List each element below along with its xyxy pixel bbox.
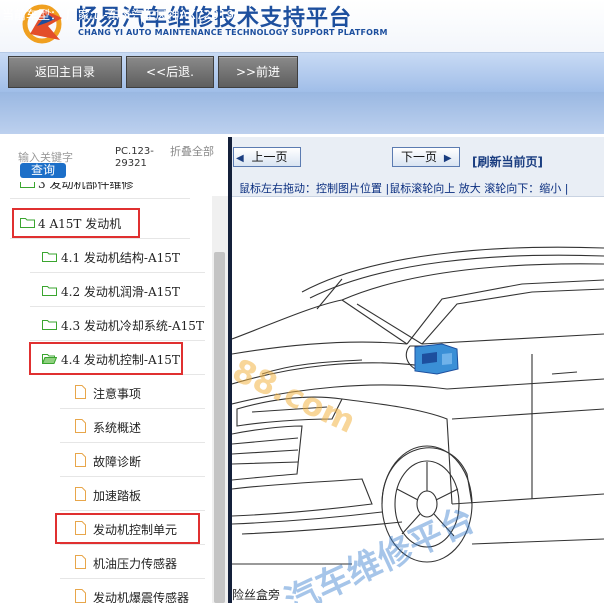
brand-subtitle: CHANG YI AUTO MAINTENANCE TECHNOLOGY SUP… — [78, 28, 388, 37]
forward-button[interactable]: >>前进 — [218, 56, 298, 88]
tree-item-label: 4.1 发动机结构-A15T — [61, 251, 180, 265]
tree-item-label: 3 发动机部件维修 — [38, 182, 134, 191]
tree-item[interactable]: 4.3 发动机冷却系统-A15T — [0, 307, 210, 341]
current-vehicle-label: 当前车型： 厂家:D-东风汽车风神AX72019 — [2, 8, 235, 22]
arrow-left-icon: ◀ — [236, 153, 244, 164]
document-icon — [75, 453, 86, 467]
tree-item-label: 4.2 发动机润滑-A15T — [61, 285, 180, 299]
tree-item-label: 4.3 发动机冷却系统-A15T — [61, 319, 204, 333]
ecu-module-icon — [414, 343, 459, 375]
tree-item-label: 注意事项 — [93, 387, 142, 401]
catalog-tree: 3 发动机部件维修 4 A15T 发动机 4.1 发动机结构-A15T 4.2 … — [0, 182, 210, 603]
document-icon — [75, 589, 86, 603]
document-icon — [75, 385, 86, 399]
tree-item-label: 故障诊断 — [93, 455, 142, 469]
collapse-all-link[interactable]: 折叠全部 — [170, 146, 214, 158]
highlight-box — [12, 208, 140, 238]
tree-item-label: 机油压力传感器 — [93, 557, 178, 571]
diagram-caption: 险丝盒旁 — [232, 588, 281, 602]
tree-item[interactable]: 系统概述 — [0, 409, 210, 443]
tree-item[interactable]: 发动机爆震传感器 — [0, 579, 210, 603]
tree-item[interactable]: 注意事项 — [0, 375, 210, 409]
document-icon — [75, 419, 86, 433]
document-icon — [75, 487, 86, 501]
tree-item[interactable]: 4.1 发动机结构-A15T — [0, 239, 210, 273]
folder-icon — [42, 286, 57, 296]
search-button[interactable]: 查询 — [20, 163, 66, 178]
folder-icon — [42, 252, 57, 262]
back-button[interactable]: <<后退. — [126, 56, 214, 88]
vehicle-info-bar — [0, 92, 604, 134]
highlight-box — [55, 513, 200, 544]
watermark-text: 88.com — [232, 351, 362, 441]
tree-item[interactable]: 4.2 发动机润滑-A15T — [0, 273, 210, 307]
pc-code-label: PC.123-29321 — [115, 146, 154, 169]
tree-item[interactable]: 机油压力传感器 — [0, 545, 210, 579]
highlight-box — [29, 342, 183, 375]
folder-icon — [42, 320, 57, 330]
folder-icon — [20, 182, 35, 188]
tree-scrollbar-thumb[interactable] — [214, 252, 225, 603]
tree-item[interactable]: 3 发动机部件维修 — [0, 182, 210, 199]
next-page-label: 下一页 — [401, 150, 438, 164]
refresh-page-link[interactable]: [刷新当前页] — [472, 153, 543, 170]
tree-item[interactable]: 加速踏板 — [0, 477, 210, 511]
car-illustration: 88.com 汽车维修平台 — [232, 246, 604, 603]
arrow-right-icon: ▶ — [443, 153, 452, 164]
tree-item-label: 系统概述 — [93, 421, 142, 435]
watermark-text: 汽车维修平台 — [279, 500, 481, 603]
tree-item-label: 加速踏板 — [93, 489, 142, 503]
next-page-button[interactable]: 下一页 ▶ — [392, 147, 460, 167]
prev-page-button[interactable]: ◀ 上一页 — [233, 147, 301, 167]
prev-page-label: 上一页 — [251, 150, 288, 164]
document-icon — [75, 555, 86, 569]
viewer-tip-text: 鼠标左右拖动：控制图片位置 |鼠标滚轮向上 放大 滚轮向下：缩小 | — [239, 182, 569, 195]
tree-item[interactable]: 故障诊断 — [0, 443, 210, 477]
diagram-image[interactable]: 88.com 汽车维修平台 — [232, 204, 604, 603]
tree-item-label: 发动机爆震传感器 — [93, 591, 190, 603]
back-to-main-button[interactable]: 返回主目录 — [8, 56, 122, 88]
